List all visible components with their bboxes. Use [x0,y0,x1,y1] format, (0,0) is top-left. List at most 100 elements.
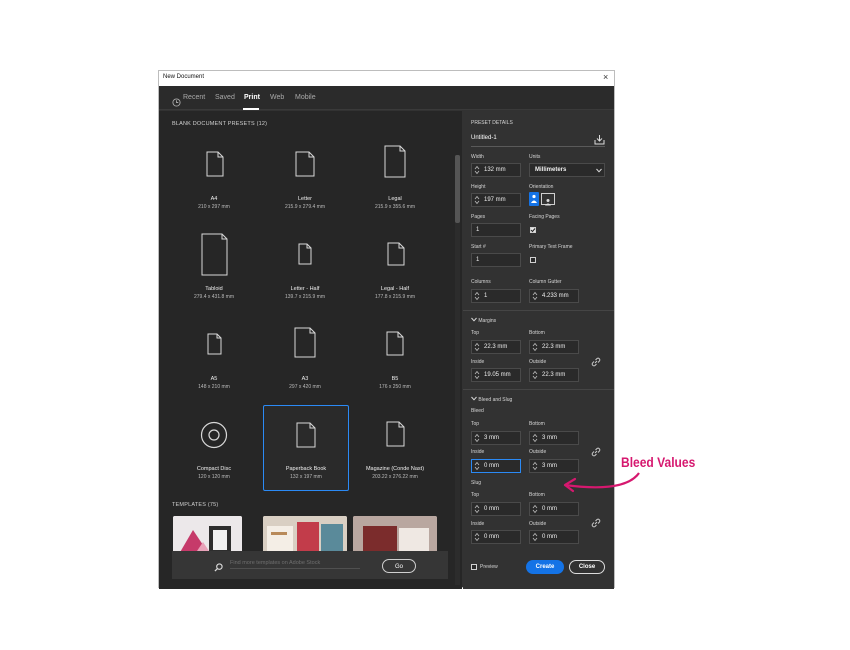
columns-input[interactable]: 1 [471,289,521,303]
slug-top-input[interactable]: 0 mm [471,502,521,516]
spinner-icon[interactable] [474,433,480,443]
preset-legal[interactable]: Legal 215.9 x 355.6 mm [353,139,437,223]
create-button[interactable]: Create [526,560,564,574]
tab-mobile[interactable]: Mobile [295,94,316,101]
spinner-icon[interactable] [474,342,480,352]
stock-search-input[interactable]: Find more templates on Adobe Stock [230,560,360,569]
spinner-icon[interactable] [474,504,480,514]
preset-name: A4 [210,196,218,202]
preset-legal-half[interactable]: Legal - Half 177.8 x 215.9 mm [353,229,437,313]
page-icon [384,145,406,178]
facing-pages-checkbox[interactable] [530,227,536,233]
new-document-dialog: New Document × Recent Saved Print Web Mo… [158,70,615,589]
clock-icon [172,94,181,112]
column-gutter-label: Column Gutter [529,279,562,285]
save-preset-icon[interactable] [594,132,605,150]
preset-name: Letter - Half [290,286,320,292]
column-gutter-input[interactable]: 4.233 mm [529,289,579,303]
preset-letter[interactable]: Letter 215.9 x 279.4 mm [263,139,347,223]
preset-name: Compact Disc [196,466,232,472]
spinner-icon[interactable] [474,195,480,205]
bleed-outside-label: Outside [529,449,547,455]
template-preview-image [263,516,347,554]
units-value: Millimeters [535,167,567,173]
template-thumbnail[interactable] [173,516,242,554]
slug-outside-input[interactable]: 0 mm [529,530,579,544]
slug-bottom-input[interactable]: 0 mm [529,502,579,516]
chain-link-icon[interactable] [590,356,602,368]
preset-compact-disc[interactable]: Compact Disc 120 x 120 mm [172,409,256,493]
pages-value: 1 [476,227,480,233]
primary-text-frame-checkbox[interactable] [530,257,536,263]
preset-a3[interactable]: A3 297 x 420 mm [263,319,347,403]
tab-recent[interactable]: Recent [183,94,205,101]
spinner-icon[interactable] [532,532,538,542]
spinner-icon[interactable] [532,461,538,471]
templates-header-label: TEMPLATES [172,502,207,508]
tab-web[interactable]: Web [270,94,284,101]
preset-b5[interactable]: B5 176 x 250 mm [353,319,437,403]
go-button[interactable]: Go [382,559,416,573]
margin-inside-input[interactable]: 19.05 mm [471,368,521,382]
preset-tabloid[interactable]: Tabloid 279.4 x 431.8 mm [172,229,256,313]
tab-print[interactable]: Print [244,94,260,101]
tab-saved[interactable]: Saved [215,94,235,101]
pages-input[interactable]: 1 [471,223,521,237]
portrait-orientation-button[interactable] [529,192,539,206]
preset-size: 176 x 250 mm [379,384,411,390]
bleed-inside-input[interactable]: 0 mm [471,459,521,473]
facing-pages-label: Facing Pages [529,214,560,220]
close-icon[interactable]: × [603,72,608,82]
scrollbar-thumb[interactable] [455,155,460,223]
preset-name: Letter [297,196,313,202]
landscape-orientation-button[interactable] [541,193,555,206]
close-button[interactable]: Close [569,560,605,574]
margins-section-toggle[interactable]: Margins [471,317,496,324]
height-input[interactable]: 197 mm [471,193,521,207]
preset-letter-half[interactable]: Letter - Half 139.7 x 215.9 mm [263,229,347,313]
chain-link-icon[interactable] [590,446,602,458]
spinner-icon[interactable] [532,433,538,443]
preset-details-header: PRESET DETAILS [471,120,513,126]
spinner-icon[interactable] [532,370,538,380]
spinner-icon[interactable] [474,461,480,471]
slug-inside-input[interactable]: 0 mm [471,530,521,544]
width-input[interactable]: 132 mm [471,163,521,177]
template-thumbnail[interactable] [353,516,437,554]
slug-outside-label: Outside [529,521,547,527]
preset-a5[interactable]: A5 148 x 210 mm [172,319,256,403]
chain-link-icon[interactable] [590,517,602,529]
margin-top-input[interactable]: 22.3 mm [471,340,521,354]
units-select[interactable]: Millimeters [529,163,605,177]
bleed-top-input[interactable]: 3 mm [471,431,521,445]
margin-outside-input[interactable]: 22.3 mm [529,368,579,382]
spinner-icon[interactable] [474,165,480,175]
disc-icon [200,421,228,449]
spinner-icon[interactable] [532,504,538,514]
margin-bottom-input[interactable]: 22.3 mm [529,340,579,354]
preset-name: Legal - Half [380,286,410,292]
slug-outside-value: 0 mm [542,534,557,540]
spinner-icon[interactable] [474,532,480,542]
bleed-slug-section-toggle[interactable]: Bleed and Slug [471,396,512,403]
preset-size: 132 x 197 mm [290,474,322,480]
portrait-icon [531,194,537,203]
bleed-bottom-input[interactable]: 3 mm [529,431,579,445]
spinner-icon[interactable] [474,370,480,380]
spinner-icon[interactable] [532,291,538,301]
preset-paperback-book[interactable]: Paperback Book 132 x 197 mm [263,405,349,491]
pages-label: Pages [471,214,486,220]
spinner-icon[interactable] [532,342,538,352]
margins-header: Margins [478,318,497,324]
chevron-down-icon [471,317,477,322]
bleed-top-label: Top [471,421,480,427]
preset-a4[interactable]: A4 210 x 297 mm [172,139,256,223]
slug-top-value: 0 mm [484,506,499,512]
preset-magazine[interactable]: Magazine (Conde Nast) 203.22 x 276.22 mm [353,409,437,493]
document-name-input[interactable]: Untitled-1 [471,133,605,147]
preview-checkbox[interactable] [471,564,477,570]
spinner-icon[interactable] [474,291,480,301]
template-thumbnail[interactable] [263,516,347,554]
preset-name: Tabloid [205,286,223,292]
start-page-input[interactable]: 1 [471,253,521,267]
